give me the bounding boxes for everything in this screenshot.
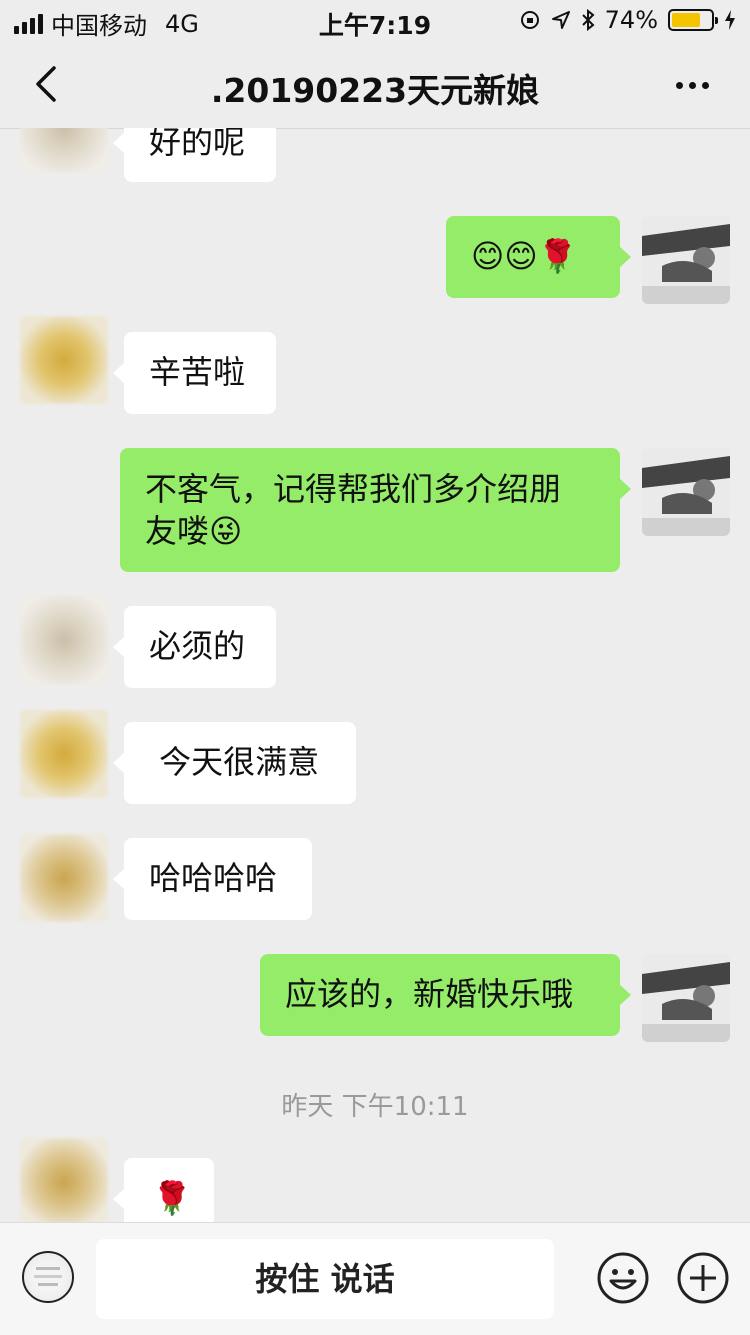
message-text: 😊😊🌹 bbox=[471, 237, 578, 275]
battery-fill bbox=[672, 13, 700, 27]
message-text: 好的呢 bbox=[149, 128, 246, 161]
message-bubble-incoming[interactable]: 必须的 bbox=[113, 606, 276, 688]
contact-avatar[interactable] bbox=[20, 128, 108, 172]
voice-toggle-button[interactable] bbox=[22, 1251, 74, 1303]
user-photo-icon bbox=[642, 954, 730, 1042]
message-text: 辛苦啦 bbox=[149, 353, 246, 391]
user-photo-icon bbox=[642, 448, 730, 536]
chat-area[interactable]: 好的呢 😊😊🌹 辛苦啦 不客气，记得帮我们多介绍朋 友喽😜 必须的 今天很满意 … bbox=[0, 128, 750, 1222]
message-text-line: 友喽😜 bbox=[145, 512, 243, 550]
location-icon bbox=[551, 11, 570, 29]
message-text: 应该的，新婚快乐哦 bbox=[285, 975, 574, 1013]
message-bubble-incoming[interactable]: 今天很满意 bbox=[113, 722, 356, 804]
dot-icon bbox=[689, 81, 696, 89]
message-bubble-outgoing[interactable]: 应该的，新婚快乐哦 bbox=[260, 954, 631, 1036]
chat-timestamp: 昨天 下午10:11 bbox=[281, 1092, 469, 1122]
message-text-line: 不客气，记得帮我们多介绍朋 bbox=[145, 470, 562, 508]
message-bubble-incoming[interactable]: 辛苦啦 bbox=[113, 332, 276, 414]
dot-icon bbox=[702, 81, 709, 89]
contact-avatar[interactable] bbox=[20, 1138, 108, 1222]
user-photo-icon bbox=[642, 216, 730, 304]
status-right: 74% bbox=[519, 6, 736, 34]
message-bubble-incoming[interactable]: 哈哈哈哈 bbox=[113, 838, 312, 920]
message-text: 哈哈哈哈 bbox=[149, 859, 278, 897]
plus-icon[interactable] bbox=[676, 1251, 730, 1305]
status-bar: 中国移动 4G 上午7:19 74% bbox=[0, 0, 750, 40]
message-bubble-outgoing[interactable]: 不客气，记得帮我们多介绍朋 友喽😜 bbox=[120, 448, 631, 572]
input-bar: 按住 说话 bbox=[0, 1222, 750, 1335]
battery-percent: 74% bbox=[604, 6, 658, 34]
contact-avatar[interactable] bbox=[20, 710, 108, 798]
battery-icon bbox=[668, 9, 718, 31]
rotation-lock-icon bbox=[520, 11, 539, 29]
message-bubble-outgoing[interactable]: 😊😊🌹 bbox=[446, 216, 631, 298]
message-text: 今天很满意 bbox=[149, 743, 320, 781]
hold-to-talk-button[interactable]: 按住 说话 bbox=[96, 1239, 554, 1319]
emoji-icon[interactable] bbox=[596, 1251, 650, 1305]
charging-icon bbox=[725, 10, 735, 30]
message-bubble-incoming[interactable]: 好的呢 bbox=[113, 128, 276, 182]
dot-icon bbox=[676, 81, 683, 89]
contact-avatar[interactable] bbox=[20, 316, 108, 404]
bluetooth-icon bbox=[581, 9, 595, 31]
message-text: 必须的 bbox=[149, 627, 246, 665]
message-bubble-incoming[interactable]: 🌹 bbox=[113, 1158, 214, 1222]
my-avatar[interactable] bbox=[642, 954, 730, 1042]
contact-avatar[interactable] bbox=[20, 834, 108, 922]
voice-icon bbox=[34, 1267, 62, 1286]
my-avatar[interactable] bbox=[642, 216, 730, 304]
my-avatar[interactable] bbox=[642, 448, 730, 536]
more-options-button[interactable] bbox=[676, 70, 716, 100]
contact-avatar[interactable] bbox=[20, 596, 108, 684]
chat-title: .20190223天元新娘 bbox=[210, 71, 540, 110]
message-text: 🌹 bbox=[152, 1179, 192, 1217]
nav-bar: .20190223天元新娘 bbox=[0, 40, 750, 129]
